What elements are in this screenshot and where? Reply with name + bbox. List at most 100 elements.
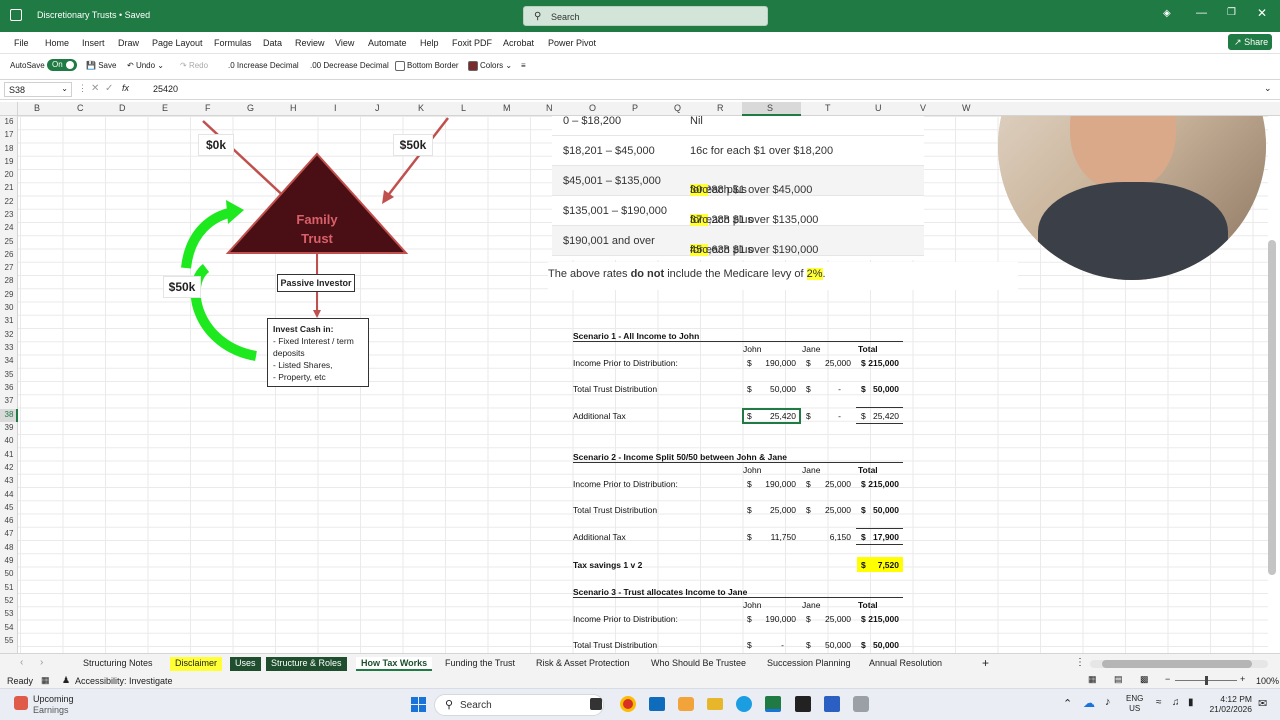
- tab-structuring-notes[interactable]: Structuring Notes: [78, 657, 158, 671]
- notion-icon[interactable]: [795, 696, 811, 712]
- chrome-icon[interactable]: [620, 696, 636, 712]
- cell-value[interactable]: 215,000: [863, 614, 899, 624]
- col-header[interactable]: W: [962, 103, 971, 113]
- expand-formula-icon[interactable]: ⌄: [1264, 83, 1272, 94]
- word-icon[interactable]: [824, 696, 840, 712]
- diamond-icon[interactable]: ◈: [1163, 8, 1171, 19]
- fx-button[interactable]: fx: [122, 83, 129, 93]
- cell-value[interactable]: 50,000: [863, 505, 899, 515]
- cell-value-selected[interactable]: 25,420: [756, 411, 796, 421]
- menu-formulas[interactable]: Formulas: [214, 38, 252, 48]
- tab-succession-planning[interactable]: Succession Planning: [762, 657, 856, 671]
- cell-value[interactable]: 25,000: [813, 358, 851, 368]
- tab-who-should-be-trustee[interactable]: Who Should Be Trustee: [646, 657, 751, 671]
- page-break-icon[interactable]: ▩: [1140, 674, 1149, 685]
- horizontal-scrollbar-thumb[interactable]: [1102, 660, 1252, 668]
- macro-icon[interactable]: ▦: [41, 675, 50, 686]
- cell-value[interactable]: 25,000: [813, 614, 851, 624]
- col-header[interactable]: K: [418, 103, 424, 113]
- excel-taskbar-icon[interactable]: [765, 696, 781, 712]
- microphone-icon[interactable]: ♪: [1105, 696, 1111, 708]
- row-header[interactable]: 45: [0, 503, 18, 512]
- menu-help[interactable]: Help: [420, 38, 439, 48]
- row-header[interactable]: 53: [0, 609, 18, 618]
- row-header[interactable]: 20: [0, 170, 18, 179]
- menu-foxit-pdf[interactable]: Foxit PDF: [452, 38, 492, 48]
- col-header[interactable]: C: [77, 103, 84, 113]
- col-header[interactable]: T: [825, 103, 831, 113]
- select-all-corner[interactable]: [0, 102, 18, 116]
- taskbar-search[interactable]: ⚲ Search: [434, 694, 604, 716]
- row-header[interactable]: 44: [0, 490, 18, 499]
- menu-power-pivot[interactable]: Power Pivot: [548, 38, 596, 48]
- decrease-decimal-button[interactable]: .00 Decrease Decimal: [310, 61, 389, 70]
- zoom-slider-thumb[interactable]: [1205, 676, 1208, 685]
- app-icon[interactable]: [853, 696, 869, 712]
- normal-view-icon[interactable]: ▦: [1088, 674, 1097, 685]
- onedrive-icon[interactable]: ☁: [1083, 696, 1095, 710]
- tray-chevron-up-icon[interactable]: ⌃: [1063, 697, 1072, 710]
- cell-value[interactable]: 50,000: [813, 640, 851, 650]
- page-layout-icon[interactable]: ▤: [1114, 674, 1123, 685]
- menu-home[interactable]: Home: [45, 38, 69, 48]
- zoom-out-icon[interactable]: −: [1165, 674, 1170, 684]
- cancel-icon[interactable]: ✕: [91, 83, 99, 94]
- menu-draw[interactable]: Draw: [118, 38, 139, 48]
- row-header[interactable]: 47: [0, 529, 18, 538]
- name-box[interactable]: S38 ⌄: [4, 82, 72, 97]
- outlook-icon[interactable]: [649, 697, 665, 711]
- row-header[interactable]: 51: [0, 583, 18, 592]
- col-header[interactable]: N: [546, 103, 553, 113]
- row-header[interactable]: 28: [0, 276, 18, 285]
- col-header[interactable]: I: [334, 103, 337, 113]
- col-header[interactable]: B: [34, 103, 40, 113]
- cell-value[interactable]: 190,000: [756, 614, 796, 624]
- accessibility-status[interactable]: Accessibility: Investigate: [75, 676, 173, 686]
- row-header[interactable]: 24: [0, 223, 18, 232]
- row-header[interactable]: 25: [0, 237, 18, 246]
- cell-value[interactable]: -: [813, 384, 841, 394]
- row-header[interactable]: 39: [0, 423, 18, 432]
- vertical-scrollbar-thumb[interactable]: [1268, 240, 1276, 575]
- clock[interactable]: 4:12 PM 21/02/2026: [1208, 694, 1252, 714]
- menu-review[interactable]: Review: [295, 38, 325, 48]
- zoom-slider[interactable]: [1175, 676, 1237, 685]
- row-header[interactable]: 18: [0, 144, 18, 153]
- bottom-border-button[interactable]: Bottom Border: [395, 61, 459, 71]
- row-header[interactable]: 36: [0, 383, 18, 392]
- tab-annual-resolution[interactable]: Annual Resolution: [864, 657, 947, 671]
- row-header[interactable]: 23: [0, 210, 18, 219]
- cell-value[interactable]: 25,000: [813, 479, 851, 489]
- widget-stocks[interactable]: Upcoming Earnings: [33, 694, 74, 716]
- zoom-in-icon[interactable]: +: [1240, 674, 1245, 684]
- accessibility-icon[interactable]: ♟: [62, 675, 70, 686]
- tab-how-tax-works[interactable]: How Tax Works: [356, 657, 433, 671]
- cell-value[interactable]: 50,000: [863, 640, 899, 650]
- col-header[interactable]: E: [162, 103, 168, 113]
- share-button[interactable]: ↗ Share: [1228, 34, 1272, 50]
- col-header[interactable]: O: [589, 103, 596, 113]
- col-header-selected[interactable]: S: [767, 103, 773, 113]
- menu-acrobat[interactable]: Acrobat: [503, 38, 534, 48]
- row-header[interactable]: 37: [0, 396, 18, 405]
- cell-value[interactable]: 190,000: [756, 358, 796, 368]
- task-view-icon[interactable]: [590, 698, 602, 710]
- row-header[interactable]: 22: [0, 197, 18, 206]
- increase-decimal-button[interactable]: .0 Increase Decimal: [228, 61, 299, 70]
- row-header[interactable]: 50: [0, 569, 18, 578]
- search-box[interactable]: ⚲ Search: [523, 6, 768, 26]
- cell-value[interactable]: -: [813, 411, 841, 421]
- next-sheet-icon[interactable]: ›: [40, 657, 43, 668]
- row-header[interactable]: 17: [0, 130, 18, 139]
- cell-value[interactable]: 25,000: [756, 505, 796, 515]
- row-header[interactable]: 42: [0, 463, 18, 472]
- row-header[interactable]: 16: [0, 117, 18, 126]
- cell-value[interactable]: 11,750: [756, 532, 796, 542]
- horizontal-scrollbar[interactable]: [1090, 660, 1268, 668]
- row-header[interactable]: 26: [0, 250, 18, 259]
- zoom-level[interactable]: 100%: [1256, 676, 1279, 686]
- language-indicator[interactable]: ENG US: [1126, 694, 1143, 714]
- row-header[interactable]: 49: [0, 556, 18, 565]
- customize-toolbar-icon[interactable]: ≡: [521, 61, 526, 70]
- col-header[interactable]: R: [717, 103, 724, 113]
